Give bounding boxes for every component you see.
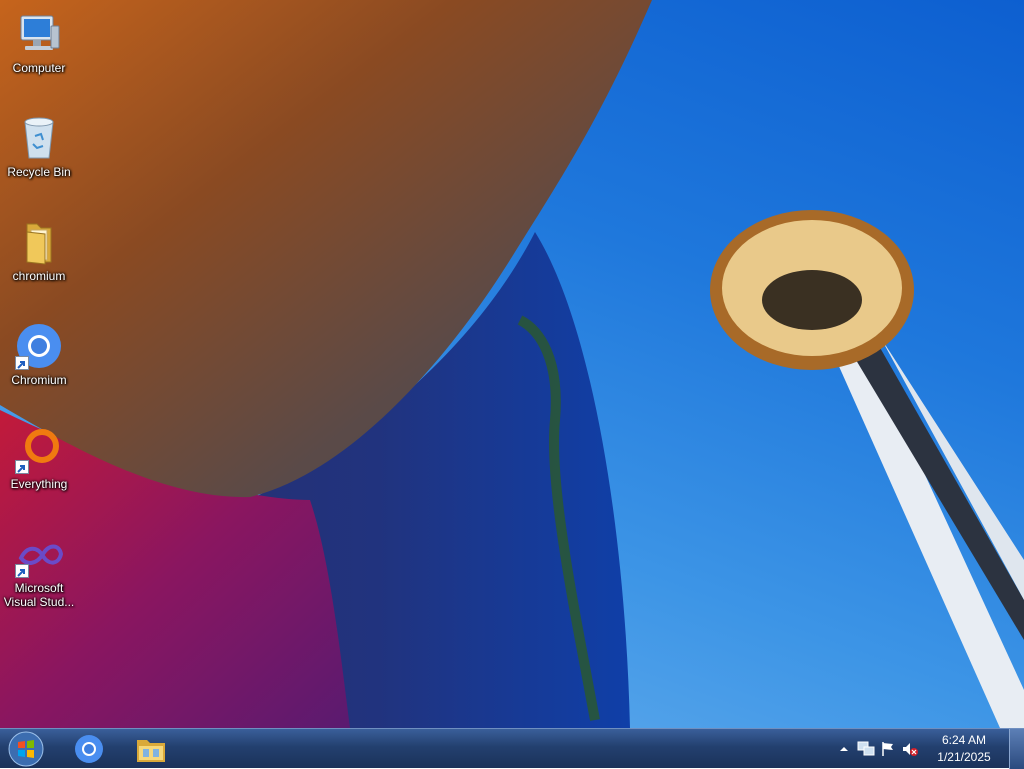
desktop-icon-computer[interactable]: Computer <box>2 4 76 100</box>
desktop-icon-recycle-bin[interactable]: Recycle Bin <box>2 108 76 204</box>
recycle-bin-icon <box>15 114 63 162</box>
clock[interactable]: 6:24 AM 1/21/2025 <box>925 732 1003 766</box>
volume-muted-icon[interactable] <box>899 738 921 760</box>
show-hidden-icons-icon[interactable] <box>833 738 855 760</box>
clock-time: 6:24 AM <box>941 733 987 747</box>
network-icon[interactable] <box>855 738 877 760</box>
desktop-icon-label: Computer <box>12 61 66 75</box>
desktop-icon-visual-studio[interactable]: Microsoft Visual Stud... <box>2 524 76 620</box>
desktop-icon-chromium[interactable]: Chromium <box>2 316 76 412</box>
chromium-icon <box>75 734 103 763</box>
desktop-icon-label: Microsoft Visual Stud... <box>3 581 75 609</box>
desktop-icon-chromium-folder[interactable]: chromium <box>2 212 76 308</box>
show-desktop-button[interactable] <box>1009 729 1024 769</box>
shortcut-arrow-icon <box>15 356 29 370</box>
computer-icon <box>15 10 63 58</box>
desktop-icon-label: Chromium <box>11 373 67 387</box>
folder-icon <box>15 218 63 266</box>
taskbar-chromium-button[interactable] <box>60 730 118 767</box>
system-tray: 6:24 AM 1/21/2025 <box>833 729 1024 769</box>
shortcut-arrow-icon <box>15 564 29 578</box>
taskbar-file-explorer-button[interactable] <box>122 730 180 767</box>
clock-date: 1/21/2025 <box>937 750 991 764</box>
action-center-flag-icon[interactable] <box>877 738 899 760</box>
desktop-icon-label: chromium <box>12 269 66 283</box>
chromium-icon <box>15 322 63 370</box>
everything-icon <box>15 426 63 474</box>
desktop-icon-everything[interactable]: Everything <box>2 420 76 516</box>
desktop-icon-label: Recycle Bin <box>7 165 71 179</box>
desktop-icon-label: Everything <box>10 477 68 491</box>
file-explorer-icon <box>137 739 165 762</box>
windows-start-icon <box>8 731 44 767</box>
wallpaper <box>0 0 1024 728</box>
start-button[interactable] <box>6 731 46 767</box>
taskbar: 6:24 AM 1/21/2025 <box>0 728 1024 769</box>
visual-studio-icon <box>15 530 64 578</box>
desktop[interactable]: Computer Recycle Bin chromium Chromium E… <box>0 0 1024 728</box>
shortcut-arrow-icon <box>15 460 29 474</box>
